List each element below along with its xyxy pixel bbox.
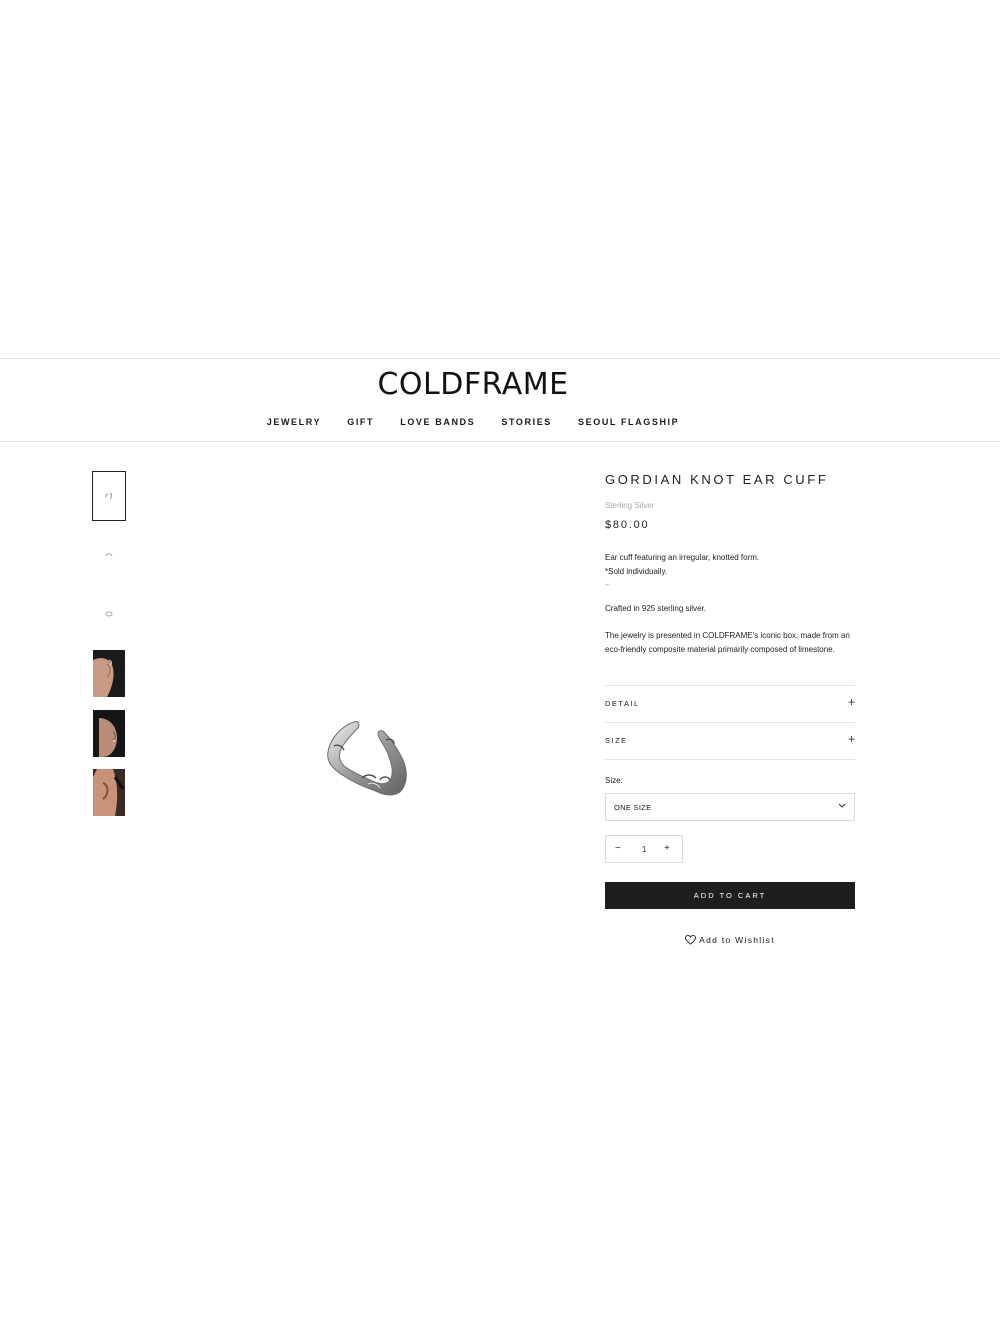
model-side-photo	[93, 710, 125, 757]
size-label: Size:	[605, 776, 623, 785]
thumbnail-6[interactable]	[92, 769, 126, 816]
main-nav: JEWELRY GIFT LOVE BANDS STORIES SEOUL FL…	[0, 417, 946, 427]
ear-cuff-thumb-icon	[105, 492, 112, 500]
thumbnail-2[interactable]	[92, 531, 126, 579]
accordion-label: SIZE	[605, 736, 628, 745]
nav-item-jewelry[interactable]: JEWELRY	[267, 417, 321, 427]
description-line: *Sold individually.	[605, 567, 668, 576]
minus-icon[interactable]: −	[615, 843, 621, 854]
ear-cuff-thumb-icon	[105, 611, 113, 617]
ear-cuff-thumb-icon	[105, 553, 113, 557]
model-closeup-photo	[93, 769, 125, 816]
product-material: Sterling Silver	[605, 501, 655, 510]
model-ear-photo	[93, 650, 125, 697]
thumbnail-1[interactable]	[92, 471, 126, 521]
plus-icon: +	[847, 732, 855, 746]
quantity-value[interactable]: 1	[642, 845, 646, 854]
thumbnail-4[interactable]	[92, 650, 126, 697]
description-divider: –	[605, 580, 610, 589]
site-header: COLDFRAME JEWELRY GIFT LOVE BANDS STORIE…	[0, 358, 1000, 442]
product-main-image[interactable]	[322, 716, 412, 802]
add-to-cart-button[interactable]: ADD TO CART	[605, 882, 855, 909]
nav-item-gift[interactable]: GIFT	[347, 417, 374, 427]
accordion-label: DETAIL	[605, 699, 640, 708]
thumbnail-5[interactable]	[92, 710, 126, 757]
nav-item-seoul-flagship[interactable]: SEOUL FLAGSHIP	[578, 417, 679, 427]
product-price: $80.00	[605, 519, 650, 531]
accordion-detail[interactable]: DETAIL +	[605, 685, 855, 722]
description-line: Ear cuff featuring an irregular, knotted…	[605, 553, 760, 562]
wishlist-label: Add to Wishlist	[699, 935, 775, 945]
thumbnail-3[interactable]	[92, 590, 126, 638]
crafted-note: Crafted in 925 sterling silver.	[605, 604, 706, 613]
plus-icon: +	[847, 695, 855, 709]
product-title: GORDIAN KNOT EAR CUFF	[605, 472, 829, 487]
product-description: Ear cuff featuring an irregular, knotted…	[605, 551, 855, 657]
nav-item-stories[interactable]: STORIES	[501, 417, 552, 427]
quantity-stepper: − 1 +	[605, 835, 683, 863]
heart-icon	[685, 934, 697, 945]
product-info: GORDIAN KNOT EAR CUFF Sterling Silver $8…	[605, 472, 855, 657]
accordion-size[interactable]: SIZE +	[605, 722, 855, 759]
add-to-wishlist-link[interactable]: Add to Wishlist	[605, 934, 855, 945]
nav-item-love-bands[interactable]: LOVE BANDS	[400, 417, 475, 427]
accordion-divider	[605, 759, 855, 760]
packaging-note: The jewelry is presented in COLDFRAME’s …	[605, 631, 850, 654]
brand-logo[interactable]: COLDFRAME	[0, 367, 946, 402]
size-select[interactable]: ONE SIZE	[605, 793, 855, 821]
size-select-value: ONE SIZE	[614, 803, 652, 812]
chevron-down-icon	[838, 801, 846, 811]
plus-icon[interactable]: +	[664, 843, 670, 854]
